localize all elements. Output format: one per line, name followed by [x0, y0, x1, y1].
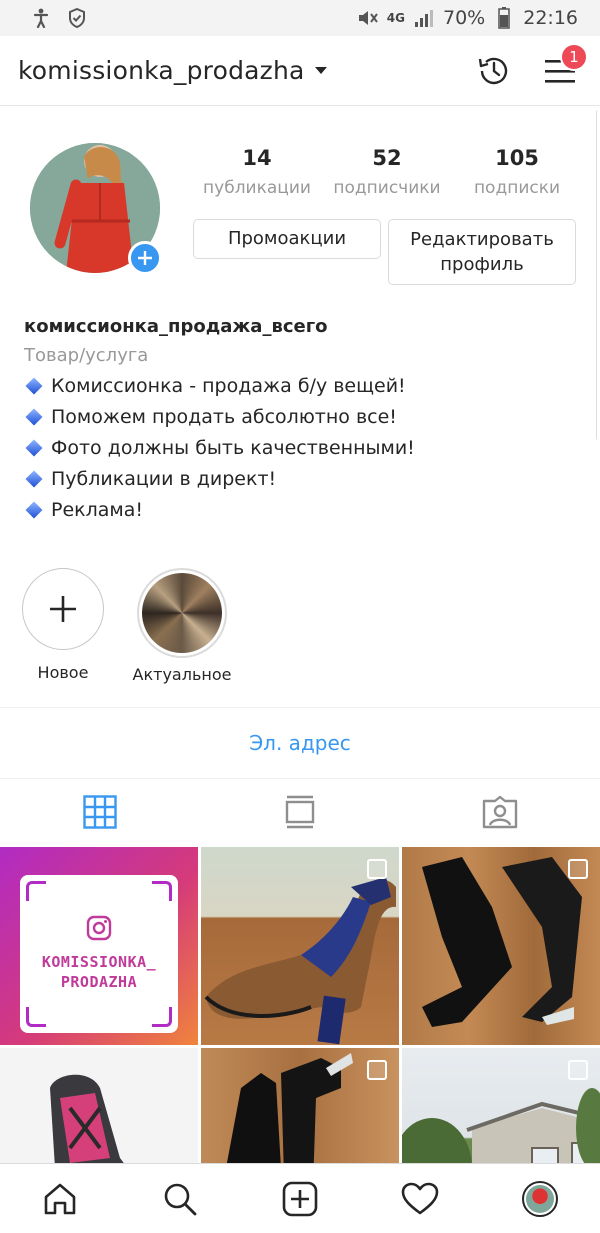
nametag-line1: KOMISSIONKA_ — [41, 953, 157, 971]
battery-level: 70% — [443, 7, 486, 29]
search-icon — [164, 1183, 197, 1215]
nametag-card: KOMISSIONKA_ PRODAZHA — [20, 875, 178, 1033]
posts-stat[interactable]: 14 публикации — [192, 146, 322, 198]
posts-count: 14 — [242, 146, 272, 170]
bio-line: Фото должны быть качественными! — [24, 437, 584, 459]
menu-button[interactable]: 1 — [538, 42, 588, 93]
highlight-label: Актуальное — [132, 665, 232, 684]
bio-line: Комиссионка - продажа б/у вещей! — [24, 375, 584, 397]
select-checkbox[interactable] — [367, 1060, 387, 1080]
bio-line-text: Фото должны быть качественными! — [51, 437, 415, 459]
blue-diamond-icon — [25, 377, 43, 395]
grid-icon — [83, 795, 117, 829]
blue-diamond-icon — [25, 470, 43, 488]
followers-label: подписчики — [333, 178, 441, 198]
tab-feed[interactable] — [200, 779, 400, 845]
post-thumbnail[interactable]: KOMISSIONKA_ PRODAZHA — [0, 847, 198, 1045]
profile-stats: 14 публикации 52 подписчики 105 подписки — [192, 146, 582, 198]
bio-line-text: Комиссионка - продажа б/у вещей! — [51, 375, 406, 397]
bio-line: Публикации в директ! — [24, 468, 584, 490]
highlight-cover — [137, 568, 227, 658]
bio-line-text: Публикации в директ! — [51, 468, 277, 490]
notification-badge: 1 — [560, 42, 588, 71]
blue-diamond-icon — [25, 408, 43, 426]
plus-icon — [138, 251, 152, 265]
profile-tabs — [0, 779, 600, 845]
bio-line-text: Поможем продать абсолютно все! — [51, 406, 397, 428]
nav-new-post[interactable] — [240, 1164, 360, 1233]
profile-avatar-icon — [522, 1180, 558, 1217]
followers-count: 52 — [372, 146, 402, 170]
email-contact-button[interactable]: Эл. адрес — [0, 708, 600, 778]
nametag-line2: PRODAZHA — [60, 973, 138, 991]
signal-icon — [413, 7, 435, 29]
home-icon — [44, 1183, 76, 1214]
select-checkbox[interactable] — [367, 859, 387, 879]
followers-stat[interactable]: 52 подписчики — [322, 146, 452, 198]
heart-icon — [401, 1182, 439, 1214]
clock: 22:16 — [523, 7, 578, 29]
archive-button[interactable] — [472, 49, 516, 93]
new-highlight-circle — [22, 568, 104, 650]
profile-full-name: комиссионка_продажа_всего — [24, 316, 328, 337]
bio-line: Поможем продать абсолютно все! — [24, 406, 584, 428]
battery-icon — [493, 7, 515, 29]
highlight-new[interactable]: Новое — [16, 568, 110, 682]
instagram-logo-icon — [86, 915, 112, 941]
shield-icon — [66, 7, 88, 29]
nav-profile[interactable] — [480, 1164, 600, 1233]
bio-line-text: Реклама! — [51, 499, 144, 521]
nav-activity[interactable] — [360, 1164, 480, 1233]
plus-icon — [50, 596, 76, 622]
post-thumbnail[interactable] — [201, 847, 399, 1045]
profile-avatar[interactable] — [30, 143, 162, 275]
post-thumbnail[interactable] — [402, 847, 600, 1045]
bio-line: Реклама! — [24, 499, 584, 521]
edit-profile-button[interactable]: Редактировать профиль — [388, 219, 576, 285]
profile-header: komissionka_prodazha 1 — [0, 36, 600, 106]
mute-icon — [357, 7, 379, 29]
select-checkbox[interactable] — [568, 859, 588, 879]
tagged-icon — [482, 795, 518, 829]
history-icon — [478, 57, 508, 84]
nav-home[interactable] — [0, 1164, 120, 1233]
following-count: 105 — [495, 146, 539, 170]
tab-grid[interactable] — [0, 779, 200, 845]
bottom-navigation — [0, 1163, 600, 1233]
select-checkbox[interactable] — [568, 1060, 588, 1080]
status-bar: 4G 70% 22:16 — [0, 0, 600, 36]
following-label: подписки — [473, 178, 561, 198]
blue-diamond-icon — [25, 439, 43, 457]
highlight-label: Новое — [37, 663, 89, 682]
posts-label: публикации — [203, 178, 311, 198]
add-post-icon — [282, 1181, 318, 1216]
scroll-indicator — [596, 110, 600, 440]
highlight-actual[interactable]: Актуальное — [127, 568, 237, 684]
tab-tagged[interactable] — [400, 779, 600, 845]
instagram-profile-screen: 4G 70% 22:16 komissionka_prodazha 1 14 п… — [0, 0, 600, 1233]
profile-category: Товар/услуга — [24, 345, 149, 366]
feed-icon — [285, 795, 315, 829]
account-switcher-username[interactable]: komissionka_prodazha — [18, 56, 305, 85]
promotions-button[interactable]: Промоакции — [193, 219, 381, 259]
add-story-button[interactable] — [128, 241, 162, 275]
blue-diamond-icon — [25, 501, 43, 519]
chevron-down-icon[interactable] — [314, 67, 327, 74]
profile-bio: комиссионка_продажа_всего Товар/услуга К… — [24, 316, 584, 521]
accessibility-icon — [30, 7, 52, 29]
network-type: 4G — [386, 11, 405, 25]
nav-search[interactable] — [120, 1164, 240, 1233]
following-stat[interactable]: 105 подписки — [452, 146, 582, 198]
